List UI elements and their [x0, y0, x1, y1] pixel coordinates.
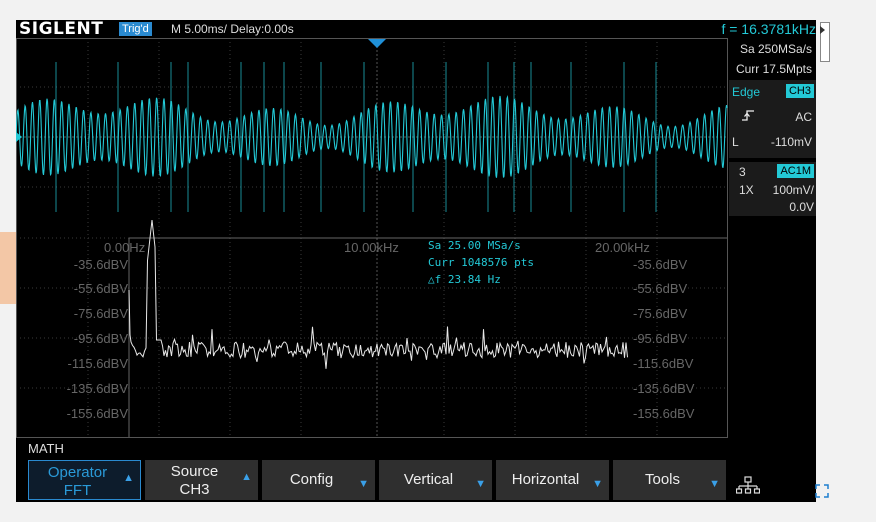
operator-value: FFT — [63, 482, 92, 499]
db-label: -95.6dBV — [73, 331, 128, 346]
db-label: -135.6dBV — [66, 381, 128, 396]
arrow-down-icon: ▼ — [358, 478, 369, 490]
fft-freq-label: 0.00Hz — [104, 240, 146, 255]
fft-resolution: △f 23.84 Hz — [428, 273, 501, 286]
db-label: -75.6dBV — [633, 306, 688, 321]
operator-button[interactable]: Operator FFT ▲ — [28, 460, 141, 500]
network-status[interactable] — [730, 460, 816, 500]
trigger-status-badge: Trig'd — [119, 22, 152, 36]
horizontal-button[interactable]: Horizontal ▼ — [496, 460, 609, 500]
db-label: -35.6dBV — [633, 257, 688, 272]
db-label: -95.6dBV — [633, 331, 688, 346]
scroll-arrow-icon — [820, 26, 825, 34]
trigger-position-marker[interactable] — [368, 39, 386, 48]
db-label: -155.6dBV — [633, 406, 695, 421]
acquisition-info: Sa 250MSa/s Curr 17.5Mpts — [729, 39, 816, 80]
probe-attenuation: 1X — [739, 183, 754, 197]
trigger-panel[interactable]: Edge CH3 AC L -110mV — [729, 80, 816, 158]
horizontal-label: Horizontal — [511, 471, 580, 488]
rising-edge-icon — [741, 109, 755, 125]
status-bar: SIGLENT Trig'd M 5.00ms/ Delay:0.00s f =… — [16, 20, 816, 39]
trigger-coupling: AC — [795, 110, 812, 124]
tools-button[interactable]: Tools ▼ — [613, 460, 726, 500]
oscilloscope-screen: SIGLENT Trig'd M 5.00ms/ Delay:0.00s f =… — [16, 20, 816, 502]
vertical-label: Vertical — [403, 471, 454, 488]
config-label: Config — [289, 471, 334, 488]
trigger-source-badge: CH3 — [785, 84, 814, 98]
fullscreen-icon[interactable] — [815, 484, 829, 501]
arrow-up-icon: ▲ — [241, 471, 252, 483]
db-label: -75.6dBV — [73, 306, 128, 321]
tools-label: Tools — [644, 471, 681, 488]
trigger-level-label: L — [732, 135, 739, 149]
network-icon — [736, 476, 760, 494]
arrow-down-icon: ▼ — [475, 478, 486, 490]
source-label: Source — [170, 463, 219, 480]
db-label: -35.6dBV — [73, 257, 128, 272]
config-button[interactable]: Config ▼ — [262, 460, 375, 500]
db-label: -115.6dBV — [633, 356, 694, 371]
db-label: -155.6dBV — [66, 406, 128, 421]
source-button[interactable]: Source CH3 ▲ — [145, 460, 258, 500]
trigger-level-value: -110mV — [770, 135, 812, 149]
vertical-scale: 100mV/ — [772, 183, 814, 197]
fft-freq-label: 20.00kHz — [595, 240, 650, 255]
arrow-down-icon: ▼ — [709, 478, 720, 490]
source-value: CH3 — [179, 481, 210, 498]
frequency-counter: f = 16.3781kHz — [721, 21, 816, 37]
vertical-offset: 0.0V — [789, 200, 814, 214]
operator-label: Operator — [47, 464, 108, 481]
channel3-panel[interactable]: 3 AC1M 1X 100mV/ 0.0V — [729, 162, 816, 216]
arrow-down-icon: ▼ — [592, 478, 603, 490]
vertical-button[interactable]: Vertical ▼ — [379, 460, 492, 500]
fft-freq-label: 10.00kHz — [344, 240, 399, 255]
trigger-type-label: Edge — [732, 85, 761, 99]
waveform-display — [16, 38, 728, 438]
arrow-up-icon: ▲ — [123, 472, 134, 484]
db-label: -55.6dBV — [73, 281, 128, 296]
channel-number: 3 — [739, 165, 746, 179]
memory-depth: Curr 17.5Mpts — [735, 62, 812, 76]
fft-points: Curr 1048576 pts — [428, 256, 534, 269]
db-label: -115.6dBV — [67, 356, 128, 371]
window-edge-accent — [0, 232, 16, 304]
timebase-readout[interactable]: M 5.00ms/ Delay:0.00s — [171, 22, 294, 36]
db-label: -135.6dBV — [633, 381, 695, 396]
brand-logo: SIGLENT — [19, 20, 104, 39]
sample-rate: Sa 250MSa/s — [739, 42, 812, 56]
db-label: -55.6dBV — [633, 281, 688, 296]
channel-coupling-badge: AC1M — [777, 164, 814, 178]
fft-sample-rate: Sa 25.00 MSa/s — [428, 239, 521, 252]
menu-title: MATH — [28, 441, 64, 456]
